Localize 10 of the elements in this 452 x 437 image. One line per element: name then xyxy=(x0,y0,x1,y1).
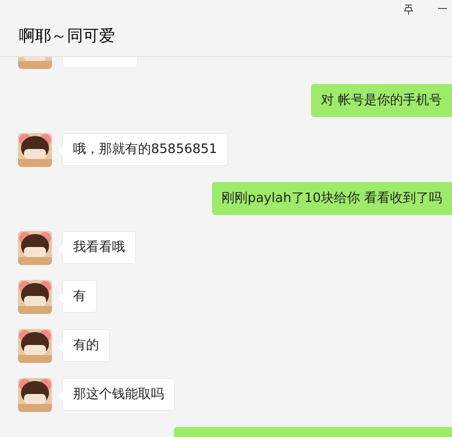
avatar[interactable] xyxy=(18,133,52,167)
avatar[interactable] xyxy=(18,280,52,314)
message-bubble: 对 帐号是你的手机号 xyxy=(310,84,452,117)
message-bubble: 刚刚paylah了10块给你 看看收到了吗 xyxy=(212,182,452,215)
avatar[interactable] xyxy=(18,329,52,363)
avatar[interactable] xyxy=(18,231,52,265)
pin-icon[interactable] xyxy=(403,4,414,15)
chat-title: 啊耶～同可爱 xyxy=(19,28,115,44)
minimize-icon[interactable] xyxy=(438,8,447,10)
avatar[interactable] xyxy=(18,378,52,412)
